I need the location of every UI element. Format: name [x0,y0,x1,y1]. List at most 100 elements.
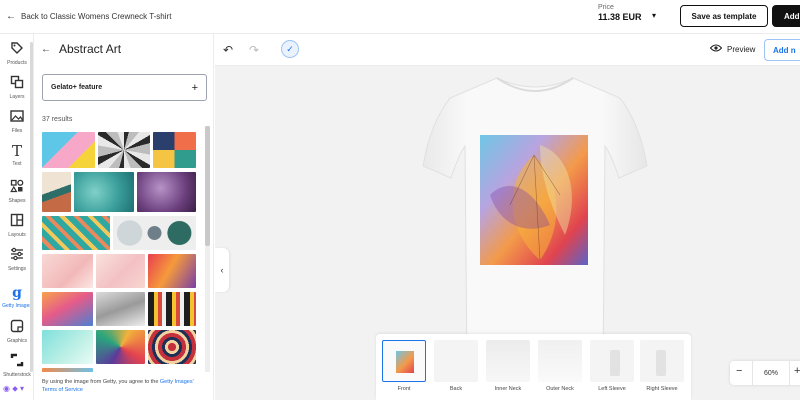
undo-icon[interactable]: ↶ [223,43,233,57]
panel-scrollbar-thumb[interactable] [205,126,210,246]
rail-item-text[interactable]: T Text [0,138,34,172]
view-thumbnail [434,340,478,382]
image-grid [42,132,202,372]
zoom-in-button[interactable]: + [794,365,800,377]
rail-label: Getty Images [2,302,32,309]
rail-label: Files [11,127,23,134]
preview-label: Preview [727,45,756,54]
view-thumbnail [590,340,634,382]
results-count: 37 results [42,116,73,123]
tag-icon [10,41,24,57]
image-tile[interactable] [42,172,71,212]
canvas-toolbar: ↶ ↷ ✓ Preview Add n [215,34,800,66]
terms-of-service-link[interactable]: Terms of Service [42,387,83,393]
view-label: Inner Neck [494,386,522,392]
image-tile[interactable] [42,330,93,364]
feature-label: Gelato+ feature [51,84,103,91]
add-button[interactable]: Add [772,5,800,27]
view-label: Front [397,386,411,392]
layers-icon [10,75,24,91]
more-apps-icon[interactable]: ◉ ⬥ ▾ [3,384,24,394]
image-tile[interactable] [113,216,196,250]
image-tile[interactable] [137,172,196,212]
rail-scrollbar[interactable] [30,42,33,372]
image-tile[interactable] [98,132,150,168]
arrow-left-icon: ← [6,11,16,22]
shutterstock-icon [10,353,24,369]
image-tile[interactable] [42,132,95,168]
layout-icon [10,213,24,229]
rail-item-shutterstock[interactable]: Shutterstock [0,348,34,382]
view-label: Outer Neck [546,386,574,392]
zoom-value[interactable]: 60% [752,361,790,385]
zoom-out-button[interactable]: − [736,365,742,377]
image-tile[interactable] [148,330,196,364]
view-label: Left Sleeve [598,386,626,392]
getty-g-icon: g [12,284,22,301]
rail-item-layouts[interactable]: Layouts [0,208,34,242]
rail-item-layers[interactable]: Layers [0,70,34,104]
rail-item-shapes[interactable]: Shapes [0,174,34,208]
collapse-panel-button[interactable]: ‹ [215,248,229,292]
rail-label: Products [7,59,27,66]
back-link[interactable]: ← Back to Classic Womens Crewneck T-shir… [6,11,171,22]
image-tile[interactable] [42,216,110,250]
save-as-template-button[interactable]: Save as template [680,5,768,27]
view-front[interactable]: Front [382,340,426,394]
image-tile[interactable] [42,368,93,372]
image-tile[interactable] [96,330,145,364]
rail-label: Graphics [6,337,27,344]
view-right-sleeve[interactable]: Right Sleeve [640,340,684,394]
price-block[interactable]: Price 11.38 EUR [598,4,668,22]
shapes-icon [10,179,24,195]
image-tile[interactable] [42,292,93,326]
rail-label: Text [12,160,22,167]
redo-icon[interactable]: ↷ [249,43,259,57]
arrow-left-icon[interactable]: ← [41,44,51,55]
image-tile[interactable] [148,292,196,326]
price-label: Price [598,4,614,11]
rail-item-products[interactable]: Products [0,36,34,70]
zoom-control: − 60% + [730,361,800,385]
rail-item-settings[interactable]: Settings [0,242,34,276]
price-value: 11.38 EUR [598,12,642,22]
add-new-button[interactable]: Add n [764,39,800,61]
tool-rail: Products Layers Files T Text Shapes Layo… [0,34,34,400]
plus-icon: + [191,81,198,94]
image-tile[interactable] [153,132,196,168]
image-tile[interactable] [148,254,196,288]
chevron-down-icon[interactable]: ▾ [652,11,656,20]
view-thumbnail [538,340,582,382]
image-tile[interactable] [96,292,145,326]
rail-item-files[interactable]: Files [0,104,34,138]
getty-note-text: By using the image from Getty, you agree… [42,379,160,385]
image-tile[interactable] [74,172,134,212]
view-label: Right Sleeve [646,386,678,392]
eye-icon [709,44,723,55]
top-bar: ← Back to Classic Womens Crewneck T-shir… [0,0,800,34]
getty-images-link[interactable]: Getty Images' [160,379,194,385]
preview-button[interactable]: Preview [709,44,756,55]
rail-item-getty-images[interactable]: g Getty Images [0,280,34,314]
view-left-sleeve[interactable]: Left Sleeve [590,340,634,394]
view-inner-neck[interactable]: Inner Neck [486,340,530,394]
gelato-plus-feature-box[interactable]: Gelato+ feature + [42,74,207,101]
panel-title: Abstract Art [59,42,122,56]
rail-label: Shapes [8,197,26,204]
view-label: Back [449,386,463,392]
view-back[interactable]: Back [434,340,478,394]
rail-label: Layers [9,93,25,100]
image-tile[interactable] [42,254,93,288]
getty-terms-note: By using the image from Getty, you agree… [42,378,210,394]
text-icon: T [11,141,22,160]
rail-item-graphics[interactable]: Graphics [0,314,34,348]
back-link-label: Back to Classic Womens Crewneck T-shirt [21,12,172,21]
view-outer-neck[interactable]: Outer Neck [538,340,582,394]
sliders-icon [10,247,24,263]
check-icon[interactable]: ✓ [281,40,299,58]
panel-header: ← Abstract Art [41,42,121,56]
view-thumbnail [486,340,530,382]
image-tile[interactable] [96,254,145,288]
graphics-icon [10,319,24,335]
printed-abstract-design[interactable] [480,135,588,265]
